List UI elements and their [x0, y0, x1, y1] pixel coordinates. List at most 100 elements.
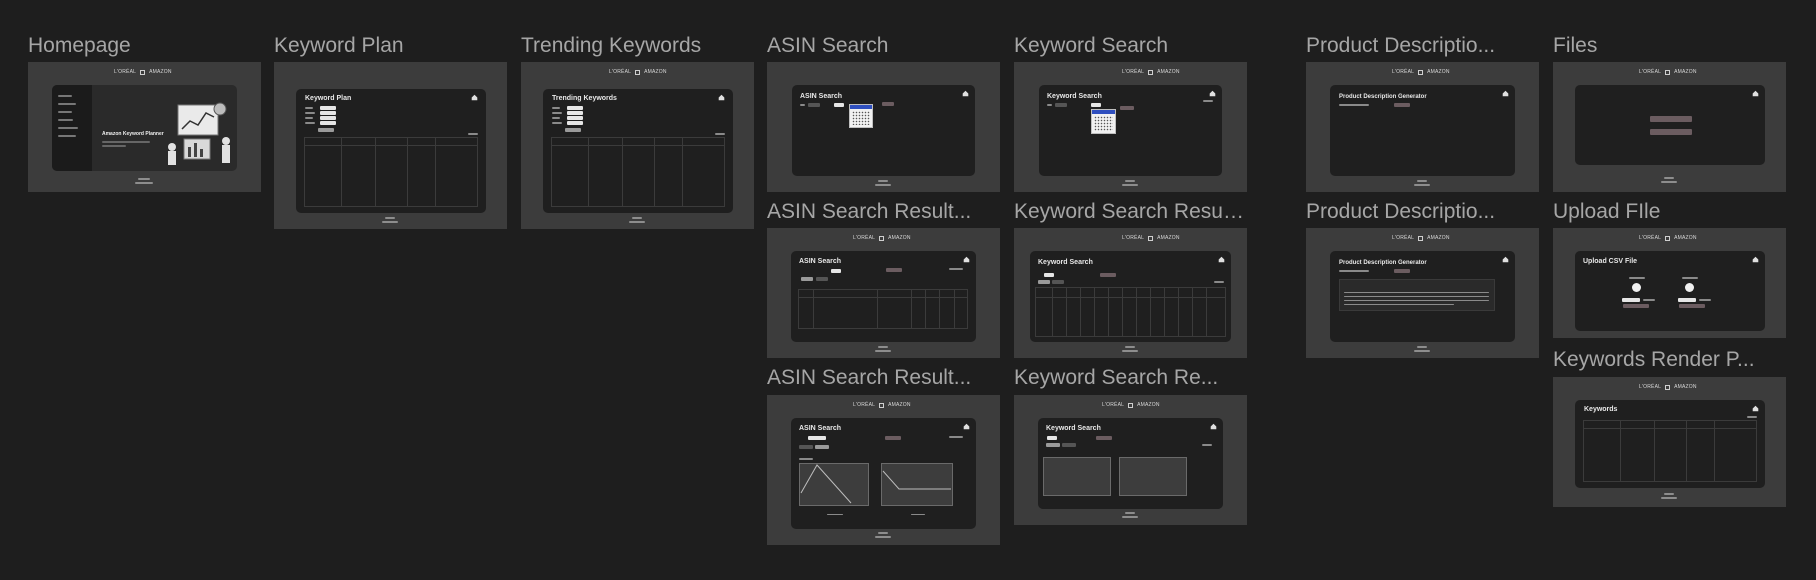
frame-label[interactable]: Upload FIle — [1553, 200, 1786, 224]
form-field[interactable] — [320, 111, 336, 115]
frame-preview[interactable]: L'ORÉAL AMAZON Amazon Keyword Planner — [28, 62, 261, 192]
frame-label[interactable]: Product Descriptio... — [1306, 34, 1539, 58]
search-button[interactable] — [1100, 273, 1116, 277]
frame-asin-search-result-1[interactable]: ASIN Search Result... L'ORÉAL AMAZON ASI… — [767, 200, 1000, 360]
frame-keyword-search-result-2[interactable]: Keyword Search Re... L'ORÉAL AMAZON Keyw… — [1014, 366, 1247, 526]
submit-button[interactable] — [1623, 304, 1649, 308]
form-field[interactable] — [320, 106, 336, 110]
frame-asin-search[interactable]: ASIN Search ASIN Search — [767, 34, 1000, 194]
frame-label[interactable]: Keyword Search Result ... — [1014, 200, 1247, 224]
frame-asin-search-result-2[interactable]: ASIN Search Result... L'ORÉAL AMAZON ASI… — [767, 366, 1000, 546]
toggle-button[interactable] — [1038, 280, 1050, 284]
generate-button[interactable] — [1394, 103, 1410, 107]
sidebar-item[interactable] — [58, 111, 72, 113]
frame-preview[interactable]: L'ORÉAL AMAZON Keyword Search — [1014, 62, 1247, 192]
asin-input[interactable] — [831, 269, 841, 273]
asin-input[interactable] — [808, 436, 826, 440]
frame-preview[interactable]: L'ORÉAL AMAZON Upload CSV File — [1553, 228, 1786, 338]
frame-homepage[interactable]: Homepage L'ORÉAL AMAZON Amazon Keyword P… — [28, 34, 261, 194]
sidebar-item[interactable] — [58, 135, 76, 137]
home-icon[interactable] — [1502, 90, 1509, 97]
form-field[interactable] — [567, 111, 583, 115]
frame-keywords-render[interactable]: Keywords Render P... L'ORÉAL AMAZON Keyw… — [1553, 348, 1786, 508]
keywords-button[interactable] — [1650, 129, 1692, 135]
date-picker[interactable] — [849, 104, 873, 128]
home-icon[interactable] — [963, 256, 970, 263]
frame-label[interactable]: Keyword Plan — [274, 34, 507, 58]
toggle-button[interactable] — [816, 277, 828, 281]
frame-preview[interactable]: L'ORÉAL AMAZON ASIN Search — [767, 228, 1000, 358]
form-field[interactable] — [567, 106, 583, 110]
keyword-input[interactable] — [1047, 436, 1057, 440]
date-picker-days[interactable] — [852, 111, 870, 125]
toggle-button[interactable] — [799, 445, 813, 449]
home-icon[interactable] — [962, 90, 969, 97]
search-button[interactable] — [885, 436, 901, 440]
frame-preview[interactable]: L'ORÉAL AMAZON ASIN Search — [767, 395, 1000, 545]
home-icon[interactable] — [471, 94, 478, 101]
date-input[interactable] — [834, 103, 844, 107]
frame-preview[interactable]: L'ORÉAL AMAZON Keyword Search — [1014, 228, 1247, 358]
sidebar-item[interactable] — [58, 103, 76, 105]
search-button[interactable] — [886, 268, 902, 272]
frame-label[interactable]: ASIN Search Result... — [767, 366, 1000, 390]
form-field[interactable] — [320, 116, 336, 120]
home-icon[interactable] — [1752, 405, 1759, 412]
frame-preview[interactable]: Keyword Plan — [274, 62, 507, 229]
frame-label[interactable]: Keyword Search — [1014, 34, 1247, 58]
asin-input[interactable] — [808, 103, 820, 107]
frame-product-description[interactable]: Product Descriptio... L'ORÉAL AMAZON Pro… — [1306, 34, 1539, 194]
frame-keyword-search-result-1[interactable]: Keyword Search Result ... L'ORÉAL AMAZON… — [1014, 200, 1247, 360]
frame-label[interactable]: Trending Keywords — [521, 34, 754, 58]
search-button[interactable] — [1120, 106, 1134, 110]
keyword-input[interactable] — [1055, 103, 1067, 107]
frame-label[interactable]: Keyword Search Re... — [1014, 366, 1247, 390]
frame-label[interactable]: Homepage — [28, 34, 261, 58]
frame-trending-keywords[interactable]: Trending Keywords L'ORÉAL AMAZON Trendin… — [521, 34, 754, 230]
sidebar-item[interactable] — [58, 95, 72, 97]
frame-files[interactable]: Files L'ORÉAL AMAZON — [1553, 34, 1786, 194]
frame-keyword-plan[interactable]: Keyword Plan Keyword Plan — [274, 34, 507, 230]
frame-label[interactable]: Files — [1553, 34, 1786, 58]
home-icon[interactable] — [718, 94, 725, 101]
frame-preview[interactable]: L'ORÉAL AMAZON Trending Keywords — [521, 62, 754, 229]
toggle-button[interactable] — [1062, 443, 1076, 447]
home-icon[interactable] — [1218, 256, 1225, 263]
frame-upload-file[interactable]: Upload FIle L'ORÉAL AMAZON Upload CSV Fi… — [1553, 200, 1786, 360]
toggle-button[interactable] — [1046, 443, 1060, 447]
frame-preview[interactable]: L'ORÉAL AMAZON — [1553, 62, 1786, 192]
form-field[interactable] — [320, 121, 336, 125]
search-button[interactable] — [1096, 436, 1112, 440]
frame-product-description-result[interactable]: Product Descriptio... L'ORÉAL AMAZON Pro… — [1306, 200, 1539, 360]
home-icon[interactable] — [1752, 256, 1759, 263]
generate-button[interactable] — [1394, 269, 1410, 273]
frame-preview[interactable]: L'ORÉAL AMAZON Keyword Search — [1014, 395, 1247, 525]
download-link[interactable] — [1202, 444, 1212, 446]
home-icon[interactable] — [1502, 256, 1509, 263]
download-link[interactable] — [949, 436, 963, 438]
home-icon[interactable] — [963, 423, 970, 430]
sidebar-item[interactable] — [58, 119, 73, 121]
frame-preview[interactable]: L'ORÉAL AMAZON Keywords — [1553, 377, 1786, 507]
keyword-input[interactable] — [1044, 273, 1054, 277]
date-picker-days[interactable] — [1094, 116, 1113, 131]
download-link[interactable] — [468, 133, 478, 135]
upload-csv-button[interactable] — [1650, 116, 1692, 122]
frame-preview[interactable]: ASIN Search — [767, 62, 1000, 192]
date-input[interactable] — [1091, 103, 1101, 107]
choose-file-button[interactable] — [1622, 298, 1640, 302]
form-field[interactable] — [567, 121, 583, 125]
submit-button[interactable] — [318, 128, 334, 132]
home-icon[interactable] — [1209, 90, 1216, 97]
toggle-button[interactable] — [801, 277, 813, 281]
home-icon[interactable] — [1210, 423, 1217, 430]
submit-button[interactable] — [1679, 304, 1705, 308]
frame-label[interactable]: Product Descriptio... — [1306, 200, 1539, 224]
download-link[interactable] — [1214, 281, 1224, 283]
choose-file-button[interactable] — [1678, 298, 1696, 302]
toggle-button[interactable] — [1052, 280, 1064, 284]
toggle-button[interactable] — [815, 445, 829, 449]
form-field[interactable] — [567, 116, 583, 120]
frame-preview[interactable]: L'ORÉAL AMAZON Product Description Gener… — [1306, 228, 1539, 358]
download-link[interactable] — [949, 268, 963, 270]
